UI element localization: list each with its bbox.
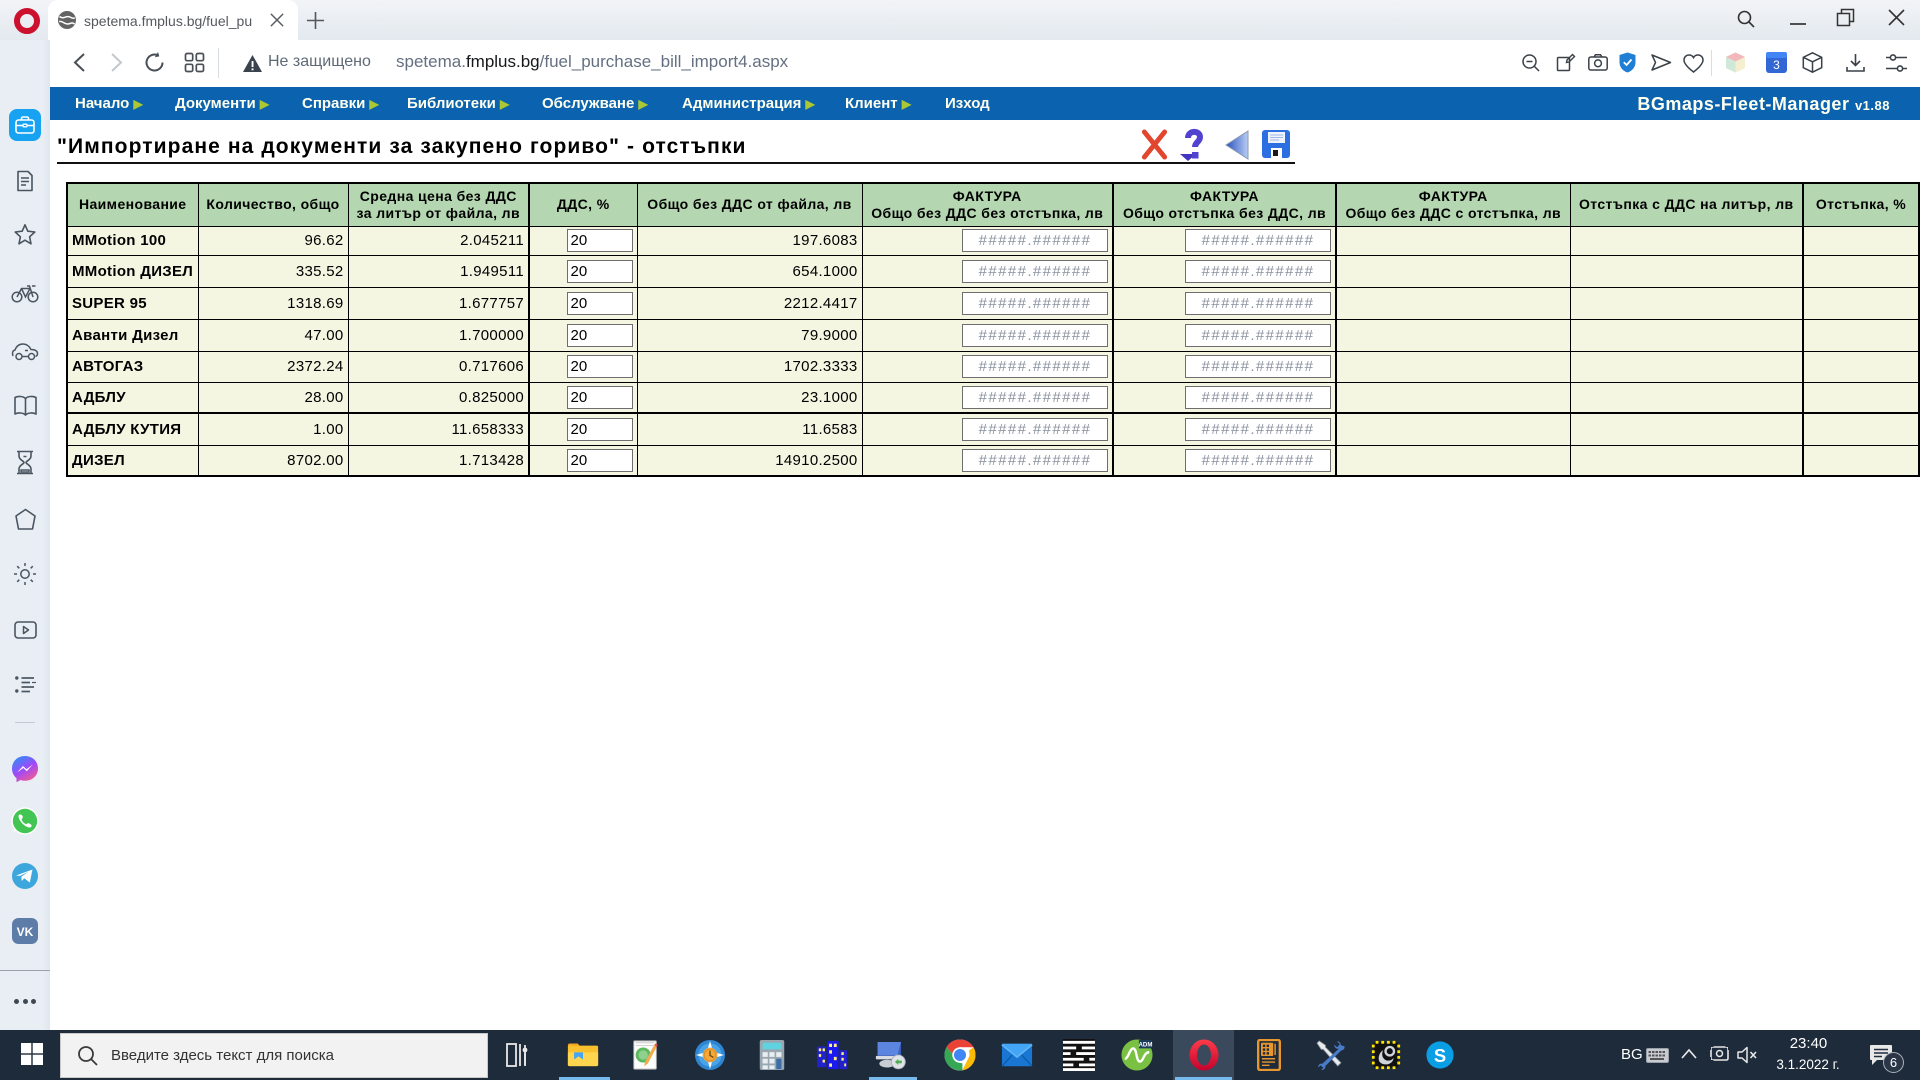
svg-text:ADM: ADM — [1139, 1042, 1153, 1049]
svg-text:3: 3 — [1773, 58, 1780, 72]
svg-text:S: S — [1434, 1045, 1446, 1066]
svg-text:VK: VK — [17, 925, 34, 939]
